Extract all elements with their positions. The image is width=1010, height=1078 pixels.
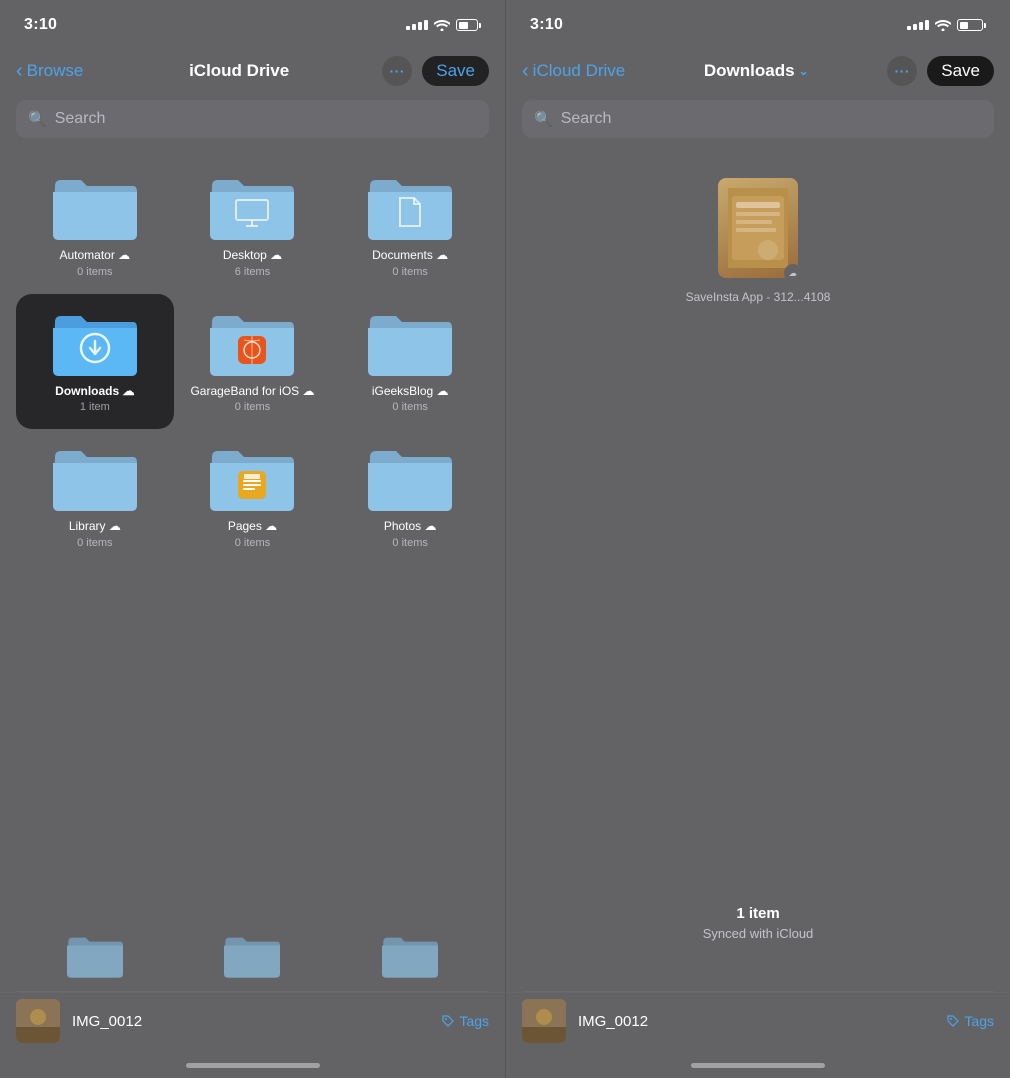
folder-partial-3[interactable] [331, 931, 489, 991]
status-time-right: 3:10 [530, 16, 563, 34]
status-icons-right [907, 19, 986, 31]
bottom-filename-left: IMG_0012 [72, 1013, 429, 1030]
folder-automator[interactable]: Automator ☁ 0 items [16, 158, 174, 294]
back-chevron-left: ‹ [16, 61, 23, 81]
file-thumbnail: ☁ [718, 178, 798, 278]
bottom-thumbnail-left [16, 999, 60, 1043]
battery-icon-right [957, 19, 986, 31]
folder-partial-2[interactable] [174, 931, 332, 991]
stats-synced: Synced with iCloud [703, 926, 814, 941]
signal-icon [406, 20, 428, 30]
folder-icon-documents [366, 170, 454, 242]
folder-name-garageband: GarageBand for iOS ☁ [190, 384, 314, 400]
search-icon-left: 🔍 [28, 110, 47, 128]
left-panel: 3:10 [0, 0, 505, 1078]
back-label-right[interactable]: iCloud Drive [533, 61, 626, 81]
file-grid-left: Automator ☁ 0 items Desktop ☁ 6 items [0, 148, 505, 931]
nav-right-left: ··· Save [382, 56, 489, 86]
bottom-tags-right[interactable]: Tags [946, 1013, 994, 1029]
folder-icon-desktop [208, 170, 296, 242]
back-chevron-right: ‹ [522, 61, 529, 81]
nav-bar-right: ‹ iCloud Drive Downloads ⌄ ··· Save [506, 44, 1010, 96]
folder-partial-1[interactable] [16, 931, 174, 991]
folder-pages[interactable]: Pages ☁ 0 items [174, 429, 332, 565]
folder-documents[interactable]: Documents ☁ 0 items [331, 158, 489, 294]
nav-right-right: ··· Save [887, 56, 994, 86]
home-indicator-right [691, 1063, 825, 1068]
bottom-bar-left: IMG_0012 Tags [0, 992, 505, 1055]
bottom-filename-right: IMG_0012 [578, 1013, 934, 1030]
search-placeholder-left: Search [55, 110, 106, 128]
folder-name-documents: Documents ☁ [372, 248, 448, 264]
folder-downloads[interactable]: Downloads ☁ 1 item [16, 294, 174, 430]
folder-desktop[interactable]: Desktop ☁ 6 items [174, 158, 332, 294]
folder-icon-igeeksblog [366, 306, 454, 378]
folder-igeeksblog[interactable]: iGeeksBlog ☁ 0 items [331, 294, 489, 430]
folder-name-desktop: Desktop ☁ [223, 248, 282, 264]
search-bar-left[interactable]: 🔍 Search [16, 100, 489, 138]
icloud-badge-file: ☁ [784, 264, 798, 278]
status-bar-left: 3:10 [0, 0, 505, 44]
bottom-tags-left[interactable]: Tags [441, 1013, 489, 1029]
folder-icon-library [51, 441, 139, 513]
more-button-left[interactable]: ··· [382, 56, 412, 86]
folder-photos[interactable]: Photos ☁ 0 items [331, 429, 489, 565]
bottom-bar-right: IMG_0012 Tags [506, 992, 1010, 1055]
folder-icon-photos [366, 441, 454, 513]
folder-library[interactable]: Library ☁ 0 items [16, 429, 174, 565]
status-bar-right: 3:10 [506, 0, 1010, 44]
more-button-right[interactable]: ··· [887, 56, 917, 86]
wifi-icon [434, 19, 450, 31]
folder-name-pages: Pages ☁ [228, 519, 277, 535]
stats-items: 1 item [703, 905, 814, 922]
folder-meta-igeeksblog: 0 items [392, 401, 427, 413]
folder-icon-pages [208, 441, 296, 513]
folder-icon-garageband [208, 306, 296, 378]
nav-back-right[interactable]: ‹ iCloud Drive [522, 61, 625, 81]
file-name-label: SaveInsta App - 312...4108 [686, 290, 831, 304]
nav-bar-left: ‹ Browse iCloud Drive ··· Save [0, 44, 505, 96]
folder-meta-desktop: 6 items [235, 266, 270, 278]
folder-meta-automator: 0 items [77, 266, 112, 278]
folder-meta-downloads: 1 item [80, 401, 110, 413]
signal-icon-right [907, 20, 929, 30]
folder-garageband[interactable]: GarageBand for iOS ☁ 0 items [174, 294, 332, 430]
nav-back-left[interactable]: ‹ Browse [16, 61, 96, 81]
save-button-left[interactable]: Save [422, 56, 489, 86]
nav-title-left: iCloud Drive [96, 61, 382, 81]
battery-icon [456, 19, 481, 31]
file-preview-area[interactable]: ☁ SaveInsta App - 312...4108 [686, 178, 831, 306]
folder-icon-automator [51, 170, 139, 242]
home-indicator-left [186, 1063, 320, 1068]
bottom-thumbnail-right [522, 999, 566, 1043]
status-icons-left [406, 19, 481, 31]
folder-meta-pages: 0 items [235, 537, 270, 549]
status-time-left: 3:10 [24, 16, 57, 34]
wifi-icon-right [935, 19, 951, 31]
downloads-content: ☁ SaveInsta App - 312...4108 1 item Sync… [506, 148, 1010, 991]
back-label-left[interactable]: Browse [27, 61, 84, 81]
folder-icon-downloads [51, 306, 139, 378]
folder-name-automator: Automator ☁ [59, 248, 130, 264]
folder-meta-garageband: 0 items [235, 401, 270, 413]
folder-name-photos: Photos ☁ [384, 519, 437, 535]
folder-name-downloads: Downloads ☁ [55, 384, 134, 400]
nav-title-right: Downloads ⌄ [625, 61, 887, 81]
title-dropdown-icon[interactable]: ⌄ [799, 64, 809, 78]
folder-meta-library: 0 items [77, 537, 112, 549]
folder-meta-documents: 0 items [392, 266, 427, 278]
search-placeholder-right: Search [561, 110, 612, 128]
search-bar-right[interactable]: 🔍 Search [522, 100, 994, 138]
folder-stats: 1 item Synced with iCloud [703, 905, 814, 971]
folder-meta-photos: 0 items [392, 537, 427, 549]
save-button-right[interactable]: Save [927, 56, 994, 86]
folder-name-library: Library ☁ [69, 519, 121, 535]
folder-name-igeeksblog: iGeeksBlog ☁ [372, 384, 449, 400]
search-icon-right: 🔍 [534, 110, 553, 128]
right-panel: 3:10 [505, 0, 1010, 1078]
